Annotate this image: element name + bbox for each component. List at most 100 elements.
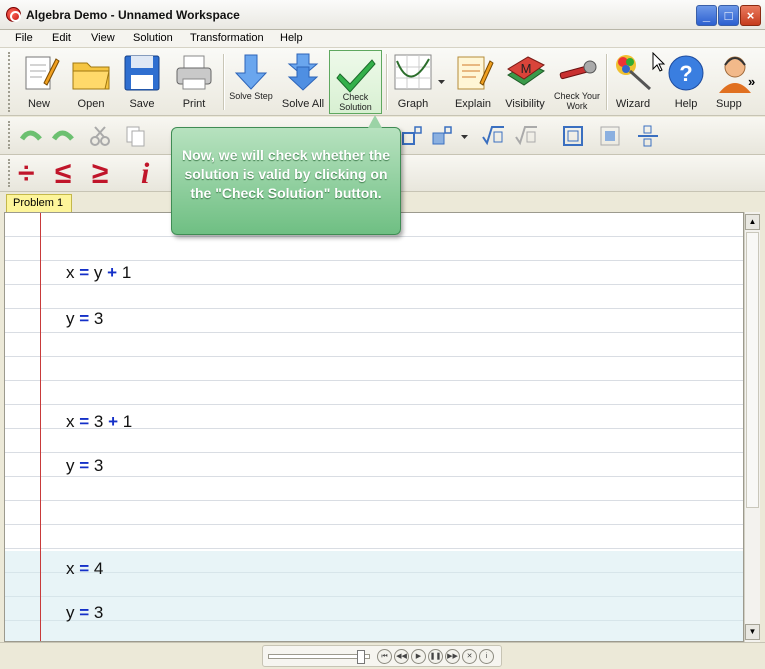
save-button[interactable]: Save <box>118 50 166 114</box>
equation-line[interactable]: x = y + 1 <box>66 263 131 283</box>
open-button[interactable]: Open <box>66 50 116 114</box>
toolbar-overflow[interactable]: » <box>748 50 760 114</box>
graph-label: Graph <box>397 98 429 110</box>
copy-icon[interactable] <box>124 125 148 147</box>
double-arrow-down-icon <box>287 53 319 91</box>
fraction-icon[interactable] <box>636 125 660 147</box>
save-disk-icon <box>124 55 160 91</box>
next-step-button[interactable]: ▶▶ <box>445 649 460 664</box>
mouse-cursor-icon <box>652 51 666 75</box>
eq-term: 1 <box>121 263 132 282</box>
info-icon[interactable]: i <box>479 649 494 664</box>
toolbar-separator <box>223 54 224 110</box>
frame-box-icon[interactable] <box>561 125 585 147</box>
solution-highlight <box>5 551 743 641</box>
undo-icon[interactable] <box>18 125 42 147</box>
toolbar-grip[interactable] <box>8 121 12 149</box>
minimize-button[interactable]: _ <box>696 5 717 26</box>
subscript-box-icon[interactable] <box>430 125 454 147</box>
eq-term: 3 <box>93 412 104 431</box>
wizard-label: Wizard <box>615 98 651 110</box>
wrench-icon <box>559 60 597 80</box>
check-your-work-button[interactable]: Check Your Work <box>551 50 603 114</box>
check-solution-button[interactable]: Check Solution <box>329 50 382 114</box>
new-document-icon <box>25 56 60 90</box>
solve-all-button[interactable]: Solve All <box>278 50 328 114</box>
nth-root-icon[interactable] <box>514 125 538 147</box>
margin-line <box>40 213 41 641</box>
toolbar-grip[interactable] <box>8 52 12 112</box>
help-glyph: ? <box>679 61 692 86</box>
scroll-thumb[interactable] <box>746 232 759 508</box>
play-button[interactable]: ▶ <box>411 649 426 664</box>
window-title: Algebra Demo - Unnamed Workspace <box>26 8 240 22</box>
visibility-button[interactable]: M Visibility <box>500 50 550 114</box>
equation-line[interactable]: y = 3 <box>66 456 103 476</box>
equation-workspace[interactable]: x = y + 1 y = 3 x = 3 + 1 y = 3 x = 4 y … <box>4 212 744 642</box>
eq-operator: = <box>79 412 90 431</box>
equation-line[interactable]: x = 3 + 1 <box>66 412 132 432</box>
graph-dropdown[interactable] <box>438 50 446 114</box>
new-button[interactable]: New <box>16 50 62 114</box>
eq-operator: + <box>107 263 118 282</box>
help-question-icon: ? <box>668 55 704 91</box>
print-button[interactable]: Print <box>170 50 218 114</box>
checkmark-icon <box>335 59 376 93</box>
menu-file[interactable]: File <box>15 32 33 44</box>
divide-button[interactable]: ÷ <box>18 157 34 191</box>
toolbar-grip[interactable] <box>8 159 12 187</box>
equation-line[interactable]: y = 3 <box>66 309 103 329</box>
filled-box-icon[interactable] <box>598 125 622 147</box>
radical-icon[interactable] <box>481 125 505 147</box>
menu-edit[interactable]: Edit <box>52 32 71 44</box>
solve-step-button[interactable]: Solve Step <box>228 50 274 114</box>
print-label: Print <box>182 98 206 110</box>
visibility-letter: M <box>521 61 532 76</box>
equation-line[interactable]: y = 3 <box>66 603 103 623</box>
help-button[interactable]: ? Help <box>662 50 710 114</box>
graph-button[interactable]: Graph <box>388 50 438 114</box>
app-logo-icon <box>6 7 21 22</box>
explain-button[interactable]: Explain <box>449 50 497 114</box>
menu-transformation[interactable]: Transformation <box>190 32 264 44</box>
help-label: Help <box>674 98 698 110</box>
pause-button[interactable]: ❚❚ <box>428 649 443 664</box>
close-button[interactable]: × <box>740 5 761 26</box>
menu-bar: File Edit View Solution Transformation H… <box>0 30 765 48</box>
cut-icon[interactable] <box>88 125 112 147</box>
scroll-up-button[interactable]: ▲ <box>745 214 760 230</box>
support-button[interactable]: Supp <box>712 50 751 114</box>
playback-slider[interactable] <box>268 650 370 664</box>
chevron-down-icon[interactable] <box>461 135 469 141</box>
playback-slider-handle[interactable] <box>357 650 365 664</box>
superscript-box-icon[interactable] <box>400 125 424 147</box>
less-equal-button[interactable]: ≤ <box>55 157 71 191</box>
eq-operator: + <box>108 412 119 431</box>
eq-term: x <box>66 559 75 578</box>
previous-step-button[interactable]: ◀◀ <box>394 649 409 664</box>
menu-solution[interactable]: Solution <box>133 32 173 44</box>
maximize-button[interactable]: □ <box>718 5 739 26</box>
save-label: Save <box>129 98 155 110</box>
equation-line[interactable]: x = 4 <box>66 559 103 579</box>
first-step-button[interactable]: ⏮ <box>377 649 392 664</box>
info-button[interactable]: i <box>141 157 149 191</box>
stop-button[interactable]: ✕ <box>462 649 477 664</box>
menu-view[interactable]: View <box>91 32 115 44</box>
greater-equal-button[interactable]: ≥ <box>92 157 108 191</box>
open-folder-icon <box>72 62 110 90</box>
eq-term: 4 <box>93 559 104 578</box>
explain-notepad-icon <box>457 56 494 90</box>
new-label: New <box>27 98 50 110</box>
redo-icon[interactable] <box>52 125 76 147</box>
check-your-work-label: Check Your Work <box>553 91 601 111</box>
vertical-scrollbar[interactable]: ▲ ▼ <box>744 212 760 642</box>
callout-pointer <box>368 115 382 128</box>
menu-help[interactable]: Help <box>280 32 303 44</box>
playback-controls: ⏮ ◀◀ ▶ ❚❚ ▶▶ ✕ i <box>262 645 502 667</box>
wizard-wand-icon <box>616 55 652 91</box>
wizard-button[interactable]: Wizard <box>608 50 658 114</box>
scroll-down-button[interactable]: ▼ <box>745 624 760 640</box>
eq-operator: = <box>79 603 90 622</box>
tab-problem-1[interactable]: Problem 1 <box>6 194 72 212</box>
